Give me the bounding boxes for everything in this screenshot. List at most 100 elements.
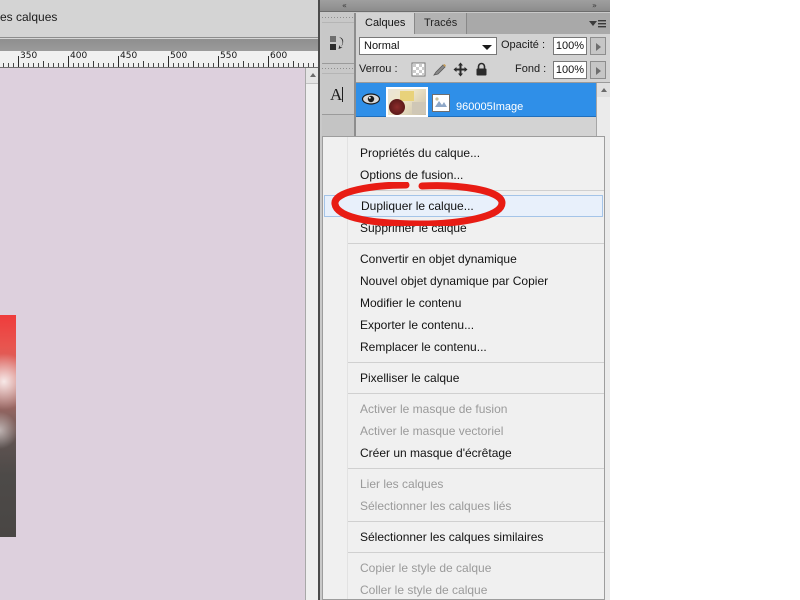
ruler-minor-tick — [133, 63, 134, 67]
menu-item[interactable]: Options de fusion... — [323, 164, 604, 186]
blend-mode-value: Normal — [364, 40, 400, 52]
ruler-minor-tick — [13, 63, 14, 67]
menu-item[interactable]: Propriétés du calque... — [323, 142, 604, 164]
rail-grip[interactable] — [322, 13, 354, 23]
lock-row: Verrou : Fond: 100% — [356, 58, 611, 82]
opacity-input[interactable]: 100% — [553, 37, 587, 55]
collapse-chevron-right-icon[interactable]: » — [592, 0, 597, 11]
ruler-minor-tick — [198, 63, 199, 67]
fill-stepper-icon[interactable] — [590, 61, 606, 79]
ruler-minor-tick — [28, 63, 29, 67]
ruler-minor-tick — [128, 63, 129, 67]
layer-name-label[interactable]: 960005Image — [456, 101, 523, 113]
ruler-minor-tick — [3, 63, 4, 67]
photoshop-window: es calques 350 400 450 500 550 600 « » A… — [0, 0, 800, 600]
thumb-detail — [389, 99, 405, 115]
ruler-minor-tick — [158, 63, 159, 67]
ruler-minor-tick — [33, 63, 34, 67]
ruler-minor-tick — [148, 63, 149, 67]
layer-row[interactable]: 960005Image — [356, 83, 596, 117]
menu-item[interactable]: Supprimer le calque — [323, 217, 604, 239]
menu-item[interactable]: Exporter le contenu... — [323, 314, 604, 336]
chevron-down-icon[interactable] — [482, 45, 492, 50]
dock-header[interactable]: « » — [320, 0, 610, 12]
menu-item[interactable]: Dupliquer le calque... — [324, 195, 603, 217]
fill-input[interactable]: 100% — [553, 61, 587, 79]
history-actions-icon[interactable] — [322, 23, 354, 63]
menu-separator — [348, 393, 604, 394]
menu-item[interactable]: Pixelliser le calque — [323, 367, 604, 389]
canvas-image-layer — [0, 315, 16, 537]
rail-group-character[interactable]: A — [322, 64, 354, 115]
ruler-minor-tick — [278, 63, 279, 67]
ruler-minor-tick — [283, 63, 284, 67]
ruler-label: 450 — [120, 51, 138, 61]
ruler-minor-tick — [163, 63, 164, 67]
ruler-minor-tick — [8, 63, 9, 67]
tab-calques[interactable]: Calques — [356, 13, 416, 34]
menu-separator — [348, 190, 604, 191]
menu-separator — [348, 521, 604, 522]
opacity-stepper-icon[interactable] — [590, 37, 606, 55]
document-tool-strip — [0, 39, 320, 51]
ruler-minor-tick — [83, 63, 84, 67]
menu-item[interactable]: Sélectionner les calques similaires — [323, 526, 604, 548]
blend-mode-row: Normal Opacité : 100% — [356, 34, 611, 58]
lock-position-icon[interactable] — [453, 62, 468, 77]
ruler-minor-tick — [243, 61, 244, 67]
scroll-up-arrow-icon[interactable] — [597, 83, 611, 97]
panel-menu-icon[interactable] — [587, 17, 607, 30]
ruler-minor-tick — [223, 63, 224, 67]
ruler-major-tick — [18, 56, 19, 67]
ruler-minor-tick — [48, 63, 49, 67]
blend-mode-select[interactable]: Normal — [359, 37, 497, 55]
ruler-minor-tick — [153, 63, 154, 67]
menu-item[interactable]: Nouvel objet dynamique par Copier — [323, 270, 604, 292]
ruler-minor-tick — [273, 63, 274, 67]
ruler-label: 500 — [170, 51, 188, 61]
layer-mask-thumbnail[interactable] — [432, 94, 450, 112]
ruler-minor-tick — [308, 63, 309, 67]
ruler-minor-tick — [23, 63, 24, 67]
layer-thumbnail[interactable] — [386, 87, 428, 117]
menu-separator — [348, 468, 604, 469]
desktop-background — [610, 0, 800, 600]
ruler-minor-tick — [123, 63, 124, 67]
tab-traces[interactable]: Tracés — [415, 13, 468, 34]
rail-grip[interactable] — [322, 64, 354, 74]
eye-icon[interactable] — [361, 91, 381, 107]
menu-item[interactable]: Remplacer le contenu... — [323, 336, 604, 358]
ruler-minor-tick — [63, 63, 64, 67]
ruler-minor-tick — [193, 61, 194, 67]
document-area: es calques 350 400 450 500 550 600 — [0, 0, 320, 600]
ruler-minor-tick — [213, 63, 214, 67]
menu-item[interactable]: Convertir en objet dynamique — [323, 248, 604, 270]
layer-context-menu: Propriétés du calque... Options de fusion… — [322, 136, 605, 600]
rail-group-history[interactable] — [322, 13, 354, 64]
menu-separator — [348, 243, 604, 244]
ruler-minor-tick — [93, 61, 94, 67]
document-tab-label[interactable]: es calques — [0, 10, 57, 24]
panel-tab-bar: Calques Tracés — [356, 13, 611, 34]
menu-item[interactable]: Créer un masque d'écrêtage — [323, 442, 604, 464]
ruler-minor-tick — [78, 63, 79, 67]
lock-all-icon[interactable] — [474, 62, 489, 77]
thumb-detail — [400, 91, 414, 101]
menu-item: Activer le masque vectoriel — [360, 424, 504, 438]
ruler-minor-tick — [238, 63, 239, 67]
ruler-major-tick — [118, 56, 119, 67]
ruler-minor-tick — [98, 63, 99, 67]
collapse-chevron-left-icon[interactable]: « — [342, 0, 347, 11]
menu-item[interactable]: Modifier le contenu — [323, 292, 604, 314]
menu-item: Sélectionner les calques liés — [360, 499, 512, 513]
opacity-label: Opacité : — [501, 39, 546, 51]
canvas[interactable] — [0, 68, 305, 600]
lock-pixels-icon[interactable] — [432, 62, 447, 77]
ruler-major-tick — [68, 56, 69, 67]
ruler-minor-tick — [53, 63, 54, 67]
lock-label: Verrou : — [359, 63, 398, 75]
ruler-minor-tick — [58, 63, 59, 67]
ruler-major-tick — [168, 56, 169, 67]
lock-transparency-icon[interactable] — [411, 62, 426, 77]
text-tool-icon[interactable]: A — [322, 74, 354, 114]
